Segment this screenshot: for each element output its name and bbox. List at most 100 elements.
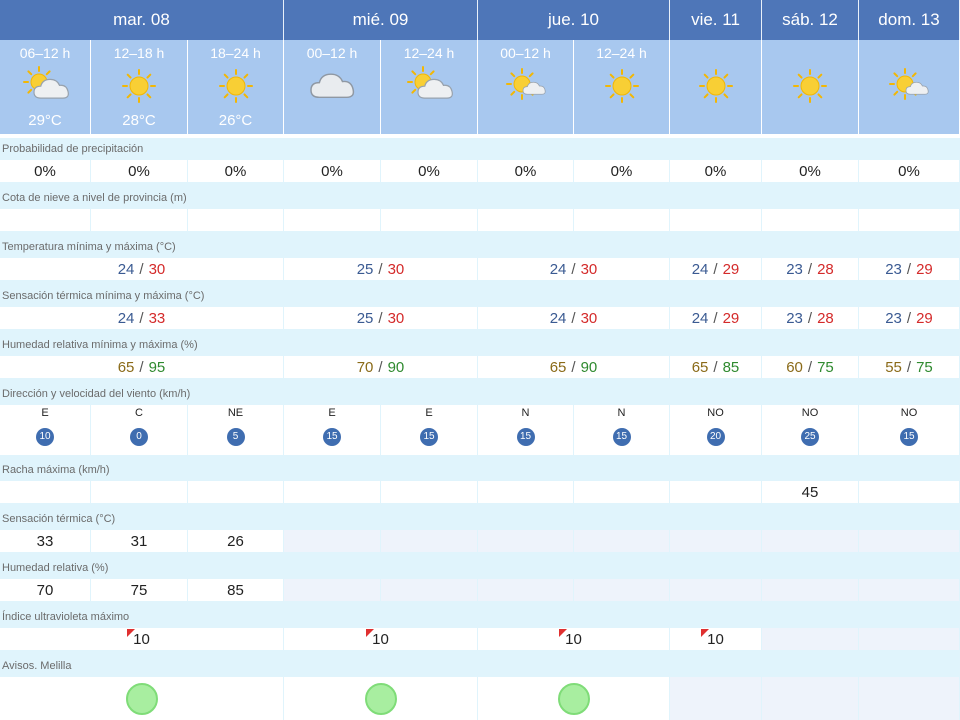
value-cell xyxy=(188,209,284,231)
wind-arrow-icon: 20 xyxy=(706,428,725,446)
value-cell: 55/75 xyxy=(859,356,960,378)
wind-cell: E 10 xyxy=(0,405,91,455)
max-value: 29 xyxy=(722,309,740,327)
max-value: 90 xyxy=(580,358,598,376)
partly-cloudy-icon xyxy=(404,66,454,106)
max-value: 90 xyxy=(387,358,405,376)
min-value: 60 xyxy=(786,358,803,376)
row-label-snow: Cota de nieve a nivel de provincia (m) xyxy=(2,192,187,204)
value-cell: 26 xyxy=(188,530,284,552)
max-value: 33 xyxy=(148,309,166,327)
warning-cell xyxy=(762,677,859,720)
min-value: 24 xyxy=(549,309,567,327)
value-cell: 0% xyxy=(284,160,381,182)
value-cell xyxy=(91,209,188,231)
value-cell: 23/29 xyxy=(859,258,960,280)
warning-level-green-icon[interactable] xyxy=(125,682,158,715)
period-label: 18–24 h xyxy=(210,45,261,61)
day-header[interactable]: vie. 11 xyxy=(670,0,762,40)
value-cell xyxy=(859,530,960,552)
max-value: 29 xyxy=(916,309,933,327)
value-cell xyxy=(670,579,762,601)
value-cell: 45 xyxy=(762,481,859,503)
wind-arrow-icon: 0 xyxy=(130,428,148,446)
warning-cell[interactable] xyxy=(478,677,670,720)
wind-cell: NO 25 xyxy=(762,405,859,455)
row-label-humPeriod: Humedad relativa (%) xyxy=(2,562,109,574)
warning-level-green-icon[interactable] xyxy=(364,682,397,715)
min-value: 65 xyxy=(549,358,567,376)
separator: / xyxy=(713,358,718,376)
value-cell xyxy=(478,579,574,601)
day-header[interactable]: sáb. 12 xyxy=(762,0,859,40)
separator: / xyxy=(807,358,813,376)
value-cell xyxy=(574,209,670,231)
max-value: 30 xyxy=(148,260,166,278)
period-temp: 28°C xyxy=(122,112,156,129)
period-header: 12–18 h 28°C xyxy=(91,40,188,134)
wind-direction: E xyxy=(425,407,433,419)
separator: / xyxy=(378,358,383,376)
wind-cell: C0 xyxy=(91,405,188,455)
wind-cell: E 15 xyxy=(381,405,478,455)
min-value: 23 xyxy=(885,309,902,327)
max-value: 28 xyxy=(817,309,834,327)
wind-direction: N xyxy=(521,407,530,419)
value-cell: 25/30 xyxy=(284,307,478,329)
value-cell xyxy=(284,579,381,601)
day-header[interactable]: mié. 09 xyxy=(284,0,478,40)
value-cell: 33 xyxy=(0,530,91,552)
value-cell xyxy=(478,209,574,231)
min-value: 23 xyxy=(786,309,803,327)
min-value: 65 xyxy=(117,358,135,376)
value-cell: 0% xyxy=(91,160,188,182)
wind-arrow-icon: 10 xyxy=(36,428,54,446)
wind-cell: E 15 xyxy=(284,405,381,455)
period-header: 12–24 h xyxy=(574,40,670,134)
wind-cell: NE 5 xyxy=(188,405,284,455)
wind-arrow-icon: 25 xyxy=(801,428,819,446)
sun-icon xyxy=(785,66,835,106)
value-cell: 65/85 xyxy=(670,356,762,378)
day-header[interactable]: mar. 08 xyxy=(0,0,284,40)
row-label-feelsPeriod: Sensación térmica (°C) xyxy=(2,513,116,525)
value-cell xyxy=(762,579,859,601)
period-label: 00–12 h xyxy=(306,45,358,61)
uv-flag-icon xyxy=(366,628,375,637)
uv-flag-icon xyxy=(559,628,568,637)
sun-icon xyxy=(597,66,647,106)
value-cell xyxy=(381,530,478,552)
min-value: 25 xyxy=(356,309,374,327)
value-cell: 0% xyxy=(478,160,574,182)
value-cell xyxy=(859,579,960,601)
value-cell: 70 xyxy=(0,579,91,601)
warning-cell[interactable] xyxy=(284,677,478,720)
wind-cell: NO 15 xyxy=(859,405,960,455)
separator: / xyxy=(713,260,718,278)
separator: / xyxy=(807,309,813,327)
day-header[interactable]: dom. 13 xyxy=(859,0,960,40)
max-value: 30 xyxy=(580,309,598,327)
min-value: 25 xyxy=(356,260,374,278)
min-value: 24 xyxy=(117,260,135,278)
value-cell xyxy=(574,579,670,601)
value-cell: 24/30 xyxy=(0,258,284,280)
value-cell xyxy=(859,209,960,231)
period-temp: 29°C xyxy=(28,112,62,129)
uv-flag-icon xyxy=(127,628,136,637)
max-value: 29 xyxy=(916,260,933,278)
warning-cell[interactable] xyxy=(0,677,284,720)
period-label: 12–24 h xyxy=(403,45,455,61)
separator: / xyxy=(378,309,383,327)
warning-level-green-icon[interactable] xyxy=(557,682,590,715)
row-label-feels: Sensación térmica mínima y máxima (°C) xyxy=(2,290,205,302)
wind-direction: NE xyxy=(227,407,244,419)
uv-cell: 10 xyxy=(0,628,284,650)
value-cell: 65/95 xyxy=(0,356,284,378)
wind-cell: N 15 xyxy=(574,405,670,455)
period-label: 12–18 h xyxy=(113,45,165,61)
separator: / xyxy=(906,358,912,376)
value-cell xyxy=(381,481,478,503)
min-value: 65 xyxy=(691,358,709,376)
day-header[interactable]: jue. 10 xyxy=(478,0,670,40)
